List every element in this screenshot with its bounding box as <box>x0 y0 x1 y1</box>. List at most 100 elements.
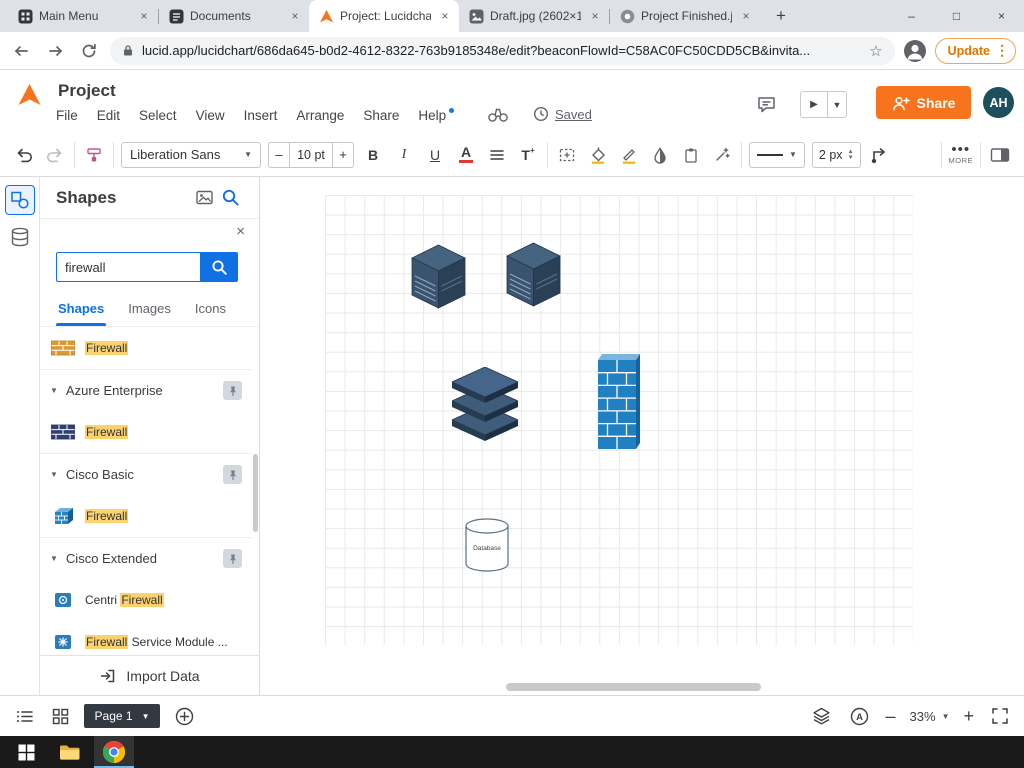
zoom-out-icon[interactable]: – <box>886 707 896 725</box>
shape-result-firewall-azure[interactable]: Firewall <box>40 411 252 453</box>
minimize-icon[interactable]: – <box>889 0 934 32</box>
server-shape[interactable] <box>410 244 467 315</box>
collapse-caret-icon[interactable]: ▼ <box>50 386 58 395</box>
file-explorer-icon[interactable] <box>50 736 90 768</box>
pin-icon[interactable] <box>223 465 242 484</box>
font-family-select[interactable]: Liberation Sans ▼ <box>121 141 261 168</box>
back-icon[interactable] <box>8 38 34 64</box>
tab-close-icon[interactable]: × <box>437 8 453 24</box>
menu-help[interactable]: Help <box>418 108 455 123</box>
start-button-icon[interactable] <box>6 736 46 768</box>
tab-close-icon[interactable]: × <box>287 8 303 24</box>
line-width-stepper[interactable]: 2 px ▲ ▼ <box>811 141 861 168</box>
page-selector[interactable]: Page 1 ▼ <box>84 704 160 728</box>
server-shape[interactable] <box>505 242 562 313</box>
close-search-icon[interactable]: × <box>236 223 245 240</box>
lucidchart-logo-icon[interactable] <box>16 82 43 108</box>
close-window-icon[interactable]: × <box>979 0 1024 32</box>
underline-button[interactable]: U <box>423 142 447 168</box>
connector-icon[interactable] <box>868 142 892 168</box>
shape-section-azure-enterprise[interactable]: ▼ Azure Enterprise <box>40 369 252 411</box>
zoom-level-select[interactable]: 33% ▼ <box>910 709 950 724</box>
tab-close-icon[interactable]: × <box>738 8 754 24</box>
comments-icon[interactable] <box>756 94 777 114</box>
tab-lucidchart-project[interactable]: Project: Lucidchar × <box>309 0 459 32</box>
maximize-icon[interactable]: □ <box>934 0 979 32</box>
menu-share[interactable]: Share <box>363 108 399 123</box>
tab-images[interactable]: Images <box>128 291 171 326</box>
spinner-arrows-icon[interactable]: ▲ ▼ <box>848 149 854 161</box>
search-submit-button[interactable] <box>200 252 238 282</box>
menu-view[interactable]: View <box>196 108 225 123</box>
tab-draft-image[interactable]: Draft.jpg (2602×1 × <box>459 0 609 32</box>
search-shapes-icon[interactable] <box>217 187 243 209</box>
canvas[interactable]: Database <box>261 177 1024 695</box>
menu-arrange[interactable]: Arrange <box>296 108 344 123</box>
fullscreen-icon[interactable] <box>988 704 1012 728</box>
fill-color-icon[interactable] <box>586 142 610 168</box>
tab-close-icon[interactable]: × <box>136 8 152 24</box>
text-color-button[interactable]: A <box>454 142 478 168</box>
shape-section-cisco-basic[interactable]: ▼ Cisco Basic <box>40 453 252 495</box>
pin-icon[interactable] <box>223 381 242 400</box>
address-bar[interactable]: lucid.app/lucidchart/686da645-b0d2-4612-… <box>110 36 895 65</box>
font-size-decrease-icon[interactable]: – <box>269 143 289 167</box>
browser-profile-avatar[interactable] <box>903 39 927 63</box>
shape-result-firewall-network[interactable]: Firewall <box>40 327 252 369</box>
tab-close-icon[interactable]: × <box>587 8 603 24</box>
shape-section-cisco-extended[interactable]: ▼ Cisco Extended <box>40 537 252 579</box>
update-button[interactable]: Update ⋮ <box>934 37 1016 64</box>
zoom-in-icon[interactable]: + <box>963 707 974 725</box>
tab-documents[interactable]: Documents × <box>159 0 309 32</box>
tab-icons[interactable]: Icons <box>195 291 226 326</box>
undo-icon[interactable] <box>12 142 36 168</box>
page-grid-icon[interactable] <box>48 704 72 728</box>
shapes-panel-toggle[interactable] <box>5 185 35 215</box>
new-tab-button[interactable]: + <box>768 3 794 29</box>
bold-button[interactable]: B <box>361 142 385 168</box>
magic-wand-icon[interactable] <box>710 142 734 168</box>
text-align-icon[interactable] <box>485 142 509 168</box>
container-icon[interactable] <box>555 142 579 168</box>
tab-shapes[interactable]: Shapes <box>55 291 107 326</box>
canvas-page-grid[interactable]: Database <box>325 195 913 645</box>
more-tools-button[interactable]: ••• MORE <box>949 142 974 166</box>
menu-insert[interactable]: Insert <box>244 108 278 123</box>
tab-main-menu[interactable]: Main Menu × <box>8 0 158 32</box>
text-options-button[interactable]: T + <box>516 142 540 168</box>
page-list-icon[interactable] <box>12 704 36 728</box>
import-data-button[interactable]: Import Data <box>40 655 259 695</box>
tab-project-finished[interactable]: Project Finished.j × <box>610 0 760 32</box>
accessibility-icon[interactable]: A <box>848 704 872 728</box>
reload-icon[interactable] <box>76 38 102 64</box>
layers-icon[interactable] <box>810 704 834 728</box>
font-size-increase-icon[interactable]: + <box>333 143 353 167</box>
collapse-caret-icon[interactable]: ▼ <box>50 470 58 479</box>
font-size-value[interactable]: 10 pt <box>289 142 333 167</box>
format-painter-icon[interactable] <box>82 142 106 168</box>
right-panel-toggle-icon[interactable] <box>988 142 1012 168</box>
bookmark-star-icon[interactable]: ☆ <box>869 42 882 60</box>
shape-result-firewall-cisco[interactable]: Firewall <box>40 495 252 537</box>
share-button[interactable]: Share <box>876 86 971 119</box>
menu-select[interactable]: Select <box>139 108 177 123</box>
shape-search-input[interactable] <box>56 252 200 282</box>
feature-find-icon[interactable] <box>487 106 509 123</box>
user-avatar[interactable]: AH <box>983 87 1014 118</box>
present-dropdown-icon[interactable]: ▼ <box>828 100 846 110</box>
chrome-taskbar-icon[interactable] <box>94 736 134 768</box>
italic-button[interactable]: I <box>392 142 416 168</box>
clipboard-style-icon[interactable] <box>679 142 703 168</box>
menu-file[interactable]: File <box>56 108 78 123</box>
browser-menu-icon[interactable]: ⋮ <box>995 42 1009 59</box>
saved-label[interactable]: Saved <box>555 107 592 122</box>
shape-libraries-icon[interactable] <box>8 225 32 249</box>
firewall-wall-shape[interactable] <box>598 354 640 454</box>
save-status[interactable]: Saved <box>533 106 592 122</box>
redo-icon[interactable] <box>43 142 67 168</box>
present-play-icon[interactable]: ▶ <box>801 99 827 110</box>
insert-image-icon[interactable] <box>191 187 217 209</box>
menu-edit[interactable]: Edit <box>97 108 120 123</box>
document-title[interactable]: Project <box>58 81 116 101</box>
line-style-select[interactable]: ▼ <box>749 141 805 168</box>
